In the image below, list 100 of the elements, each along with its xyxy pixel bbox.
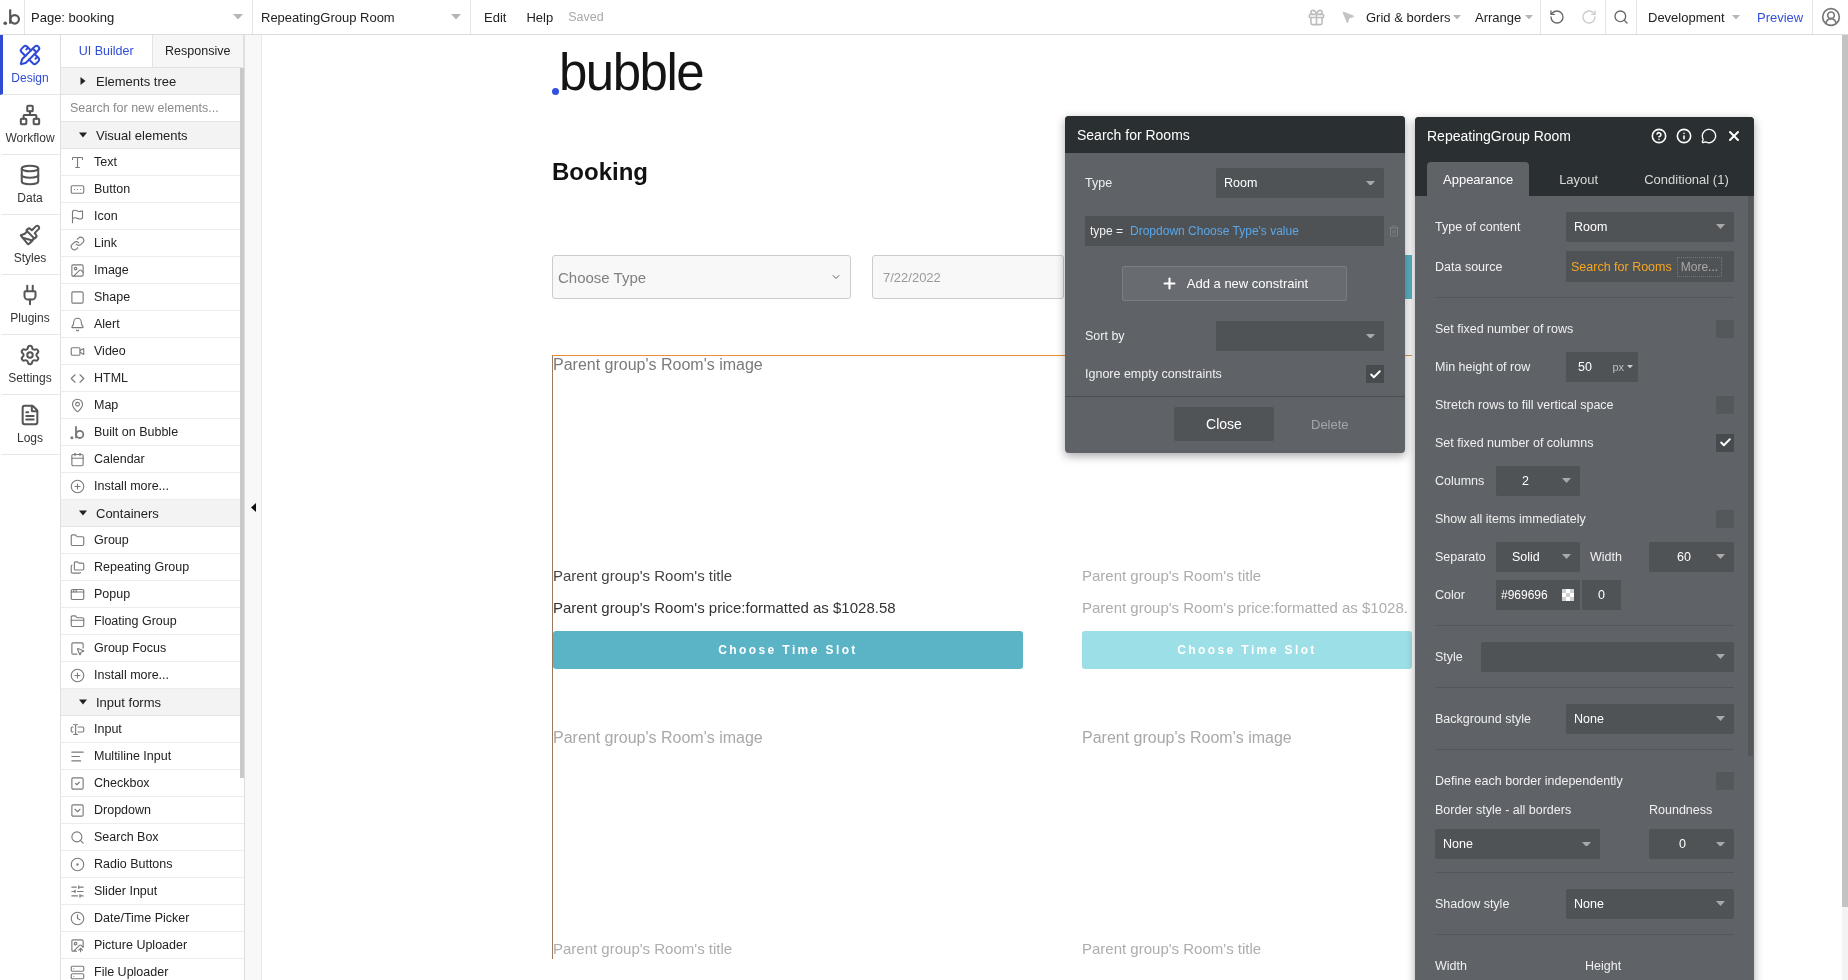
- number-field[interactable]: 50 px: [1566, 351, 1638, 382]
- panel-tab[interactable]: Conditional (1): [1628, 162, 1745, 196]
- collapse-arrow-icon[interactable]: [250, 503, 256, 512]
- add-constraint-button[interactable]: Add a new constraint: [1122, 266, 1347, 301]
- dropdown[interactable]: [1216, 321, 1384, 351]
- logo: bubble: [559, 47, 704, 99]
- dropdown[interactable]: 60: [1649, 541, 1734, 572]
- room-title: Parent group's Room's title: [1082, 566, 1263, 586]
- caret-icon: [1716, 554, 1725, 559]
- comment-icon[interactable]: [1701, 128, 1717, 144]
- version-dropdown[interactable]: Development: [1637, 0, 1748, 34]
- close-icon[interactable]: [1726, 128, 1742, 144]
- link-icon: [70, 235, 85, 251]
- panel-tab[interactable]: Layout: [1543, 162, 1615, 196]
- image-upload-icon: [70, 937, 85, 953]
- room-title: Parent group's Room's title: [1082, 939, 1263, 959]
- checkbox[interactable]: [1716, 433, 1734, 452]
- element-item[interactable]: Search Box: [61, 824, 244, 851]
- dropdown[interactable]: Room: [1216, 168, 1384, 198]
- caret-icon: [1716, 841, 1725, 847]
- scrollbar[interactable]: [240, 68, 244, 778]
- panel-tab[interactable]: Appearance: [1427, 162, 1530, 196]
- dropdown[interactable]: None: [1566, 888, 1734, 919]
- avatar-icon[interactable]: [1820, 7, 1841, 27]
- gift-icon[interactable]: [1306, 7, 1326, 27]
- window-icon: [70, 586, 85, 602]
- field-label: Border style - all borders: [1435, 803, 1573, 817]
- caret-icon: [1562, 554, 1571, 559]
- help-icon[interactable]: [1651, 128, 1667, 144]
- dropdown[interactable]: Solid: [1496, 541, 1580, 572]
- page-heading: Booking: [552, 157, 648, 187]
- caret-icon: [1716, 716, 1725, 721]
- search-icon[interactable]: [1613, 9, 1629, 25]
- toolbar-dropdown[interactable]: Arrange: [1470, 0, 1540, 34]
- plus-circle-icon: [70, 667, 85, 683]
- text-cursor-icon: [70, 721, 85, 737]
- server-icon: [70, 964, 85, 980]
- field-label: Width: [1590, 549, 1622, 564]
- undo-icon[interactable]: [1549, 9, 1565, 25]
- type-dropdown[interactable]: Choose Type: [552, 255, 851, 299]
- caret-icon: [1732, 14, 1740, 20]
- caret-icon: [1582, 841, 1591, 847]
- opacity-field[interactable]: 0: [1582, 579, 1621, 610]
- scrollbar[interactable]: [1842, 35, 1848, 907]
- close-button[interactable]: Close: [1174, 407, 1274, 441]
- dropdown[interactable]: None: [1566, 703, 1734, 734]
- logo-icon: [3, 8, 21, 26]
- room-price: Parent group's Room's price:formatted as $1028.: [1082, 598, 1409, 618]
- calendar-icon: [70, 451, 85, 467]
- caret-icon: [1716, 901, 1725, 906]
- field-label: Define each border independently: [1435, 773, 1624, 788]
- unit-dropdown[interactable]: px: [1612, 360, 1633, 373]
- radio-icon: [70, 856, 85, 872]
- caret-icon: [451, 14, 461, 20]
- sliders-icon: [70, 883, 85, 899]
- swatch-icon[interactable]: [1562, 588, 1574, 601]
- brush-icon: [19, 224, 41, 246]
- toolbar-dropdown[interactable]: Grid & borders: [1360, 0, 1470, 34]
- element-item[interactable]: File Uploader: [61, 959, 244, 980]
- element-item[interactable]: Radio Buttons: [61, 851, 244, 878]
- field-label: Width: [1435, 958, 1468, 973]
- scrollbar[interactable]: [1748, 196, 1753, 756]
- folder-icon: [70, 532, 85, 548]
- dropdown[interactable]: Room: [1566, 211, 1734, 242]
- dropdown[interactable]: 0: [1649, 829, 1734, 859]
- element-item[interactable]: Picture Uploader: [61, 932, 244, 959]
- cursor-icon[interactable]: [1341, 10, 1355, 24]
- element-item[interactable]: Dropdown: [61, 797, 244, 824]
- field-label: Sort by: [1085, 329, 1126, 343]
- checkbox[interactable]: [1366, 365, 1384, 383]
- field-label: Set fixed number of columns: [1435, 435, 1595, 450]
- dropdown[interactable]: [1481, 641, 1734, 672]
- caret-icon: [1562, 478, 1571, 483]
- caret-icon: [1366, 180, 1375, 186]
- menu-item[interactable]: Help: [526, 9, 554, 25]
- pencil-ruler-icon: [19, 44, 41, 66]
- panel-tab[interactable]: Responsive: [152, 35, 244, 67]
- nav-item[interactable]: Design: [0, 35, 60, 95]
- dropdown[interactable]: None: [1435, 829, 1600, 859]
- element-item[interactable]: Date/Time Picker: [61, 905, 244, 932]
- menu-item[interactable]: Edit: [484, 9, 507, 25]
- trash-icon[interactable]: [1388, 225, 1400, 237]
- dropdown[interactable]: 2: [1496, 465, 1580, 496]
- field-label: Set fixed number of rows: [1435, 321, 1575, 336]
- plus-icon: [1160, 275, 1178, 292]
- folders-icon: [70, 559, 85, 575]
- field-label: Background style: [1435, 711, 1532, 726]
- field-label: Columns: [1435, 473, 1486, 488]
- field-label: Ignore empty constraints: [1085, 367, 1223, 381]
- field-label: Stretch rows to fill vertical space: [1435, 397, 1615, 412]
- image-label: Parent group's Room's image: [1082, 729, 1292, 747]
- element-item[interactable]: Slider Input: [61, 878, 244, 905]
- checkbox-icon: [70, 775, 85, 791]
- lines-icon: [70, 748, 85, 764]
- date-input[interactable]: 7/22/2022: [872, 255, 1064, 299]
- info-icon[interactable]: [1676, 128, 1692, 144]
- color-field[interactable]: #969696: [1496, 579, 1580, 610]
- data-source-field[interactable]: Search for Rooms More...: [1566, 251, 1734, 282]
- preview-link[interactable]: Preview: [1748, 0, 1812, 34]
- constraint-field[interactable]: type = Dropdown Choose Type's value: [1085, 216, 1384, 246]
